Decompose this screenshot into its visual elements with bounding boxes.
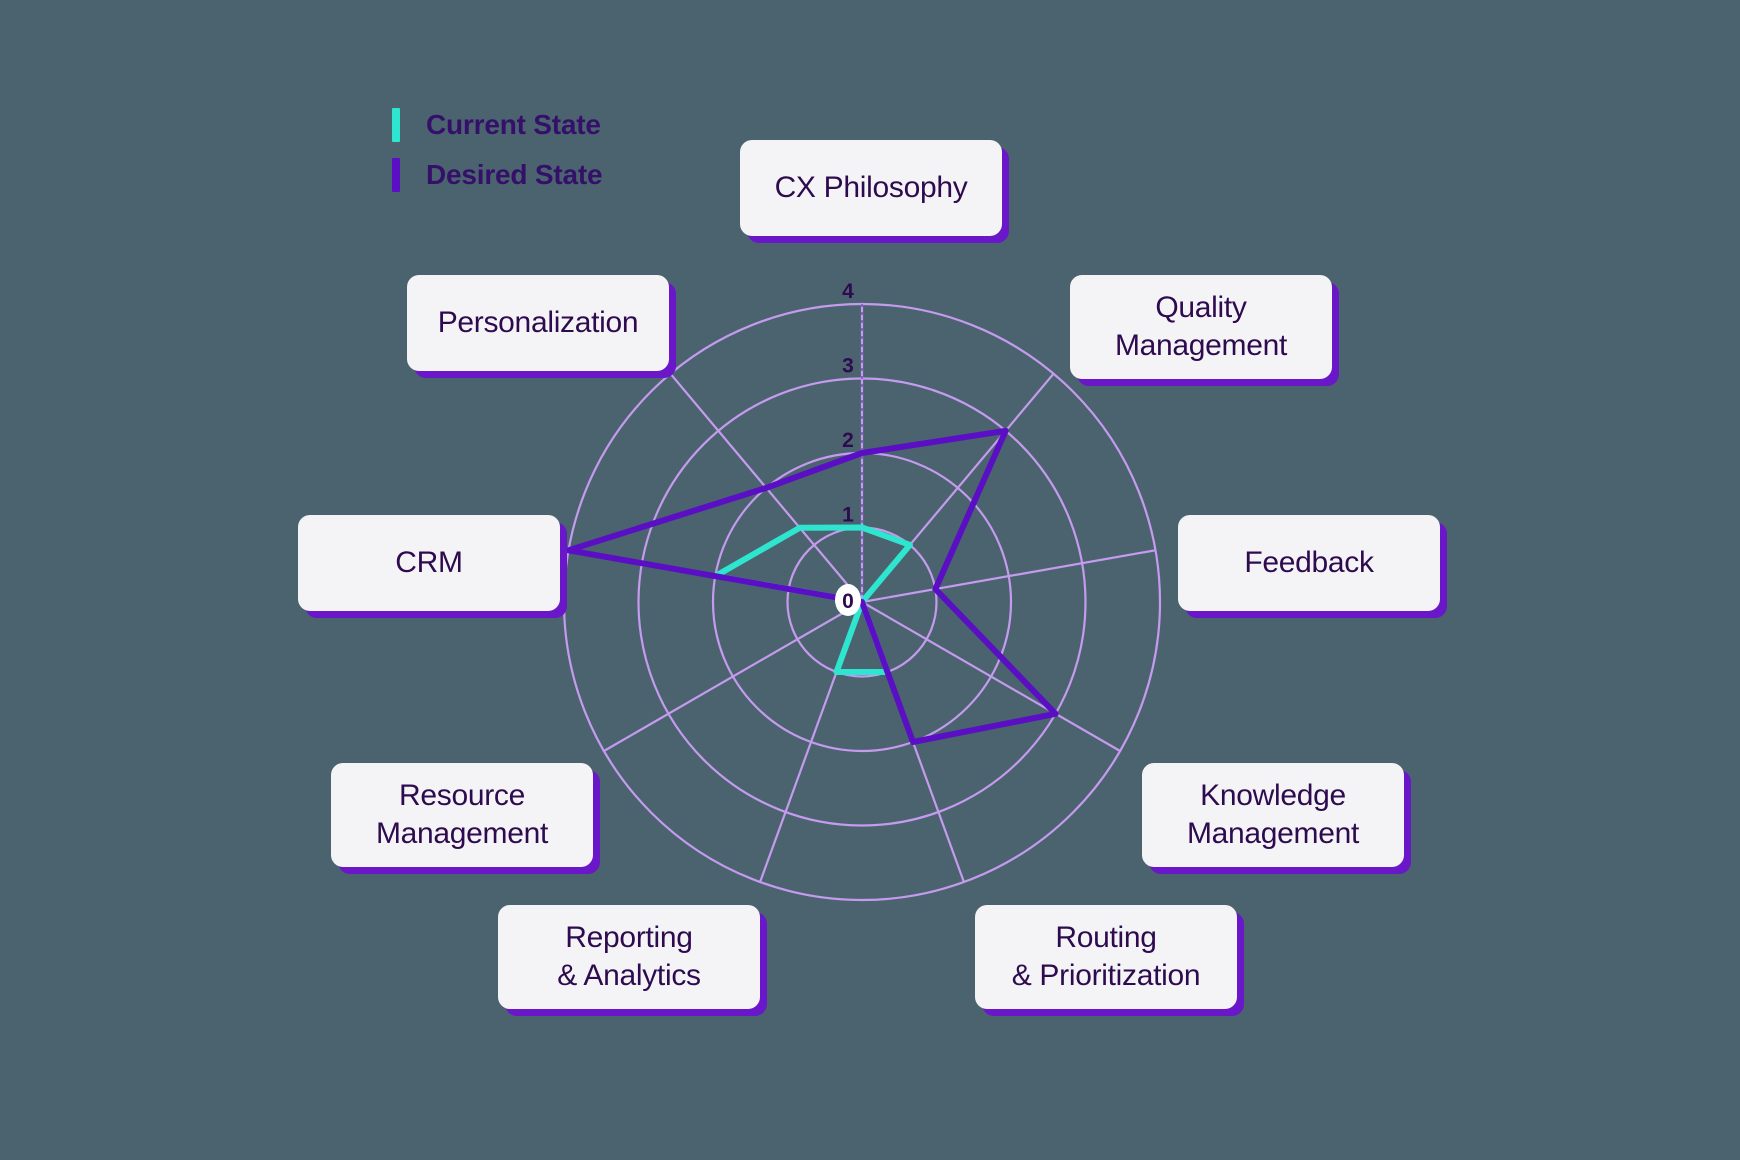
node-label-line: Personalization [437,306,639,340]
node-knowledge-management[interactable]: Knowledge Management [1142,763,1404,867]
node-label-line: Quality [1155,291,1247,325]
node-label-line: & Analytics [557,959,701,992]
node-label-line: Knowledge [1200,779,1346,813]
legend-swatch-current-state [392,108,400,142]
node-label-line: CRM [395,546,463,580]
node-feedback[interactable]: Feedback [1178,515,1440,611]
node-label-line: Management [375,817,549,850]
node-quality-management[interactable]: Quality Management [1070,275,1332,379]
node-routing-prioritization[interactable]: Routing & Prioritization [975,905,1237,1009]
radial-tick-label: 4 [842,280,854,303]
radar-axes [568,304,1156,883]
radial-tick-label: 2 [842,429,854,452]
legend-label-desired-state: Desired State [426,159,603,190]
legend-item-current-state: Current State [392,108,602,142]
radar-series-desired-state [565,427,1059,745]
radial-tick-label: 1 [842,504,854,527]
node-label-line: Resource [399,779,525,813]
node-cx-philosophy[interactable]: CX Philosophy [740,140,1002,236]
node-label-line: Reporting [565,921,693,955]
node-label-line: Feedback [1244,546,1374,580]
node-resource-management[interactable]: Resource Management [331,763,593,867]
node-label-line: CX Philosophy [774,171,968,205]
radial-tick-label: 0 [842,590,854,613]
legend-item-desired-state: Desired State [392,158,603,192]
node-label-line: & Prioritization [1011,959,1201,992]
radar-tick-labels: 0 1 2 3 4 [835,280,861,616]
node-reporting-analytics[interactable]: Reporting & Analytics [498,905,760,1009]
node-label-line: Management [1186,817,1360,850]
chart-legend: Current State Desired State [392,108,603,192]
node-crm[interactable]: CRM [298,515,560,611]
node-label-line: Management [1114,329,1288,362]
legend-swatch-desired-state [392,158,400,192]
node-personalization[interactable]: Personalization [407,275,669,371]
legend-label-current-state: Current State [426,109,601,140]
radar-chart-figure: 0 1 2 3 4 Current State Desired State CX Phi… [0,0,1740,1160]
radial-tick-label: 3 [842,355,854,378]
radar-series [565,427,1059,745]
node-label-line: Routing [1055,921,1157,955]
